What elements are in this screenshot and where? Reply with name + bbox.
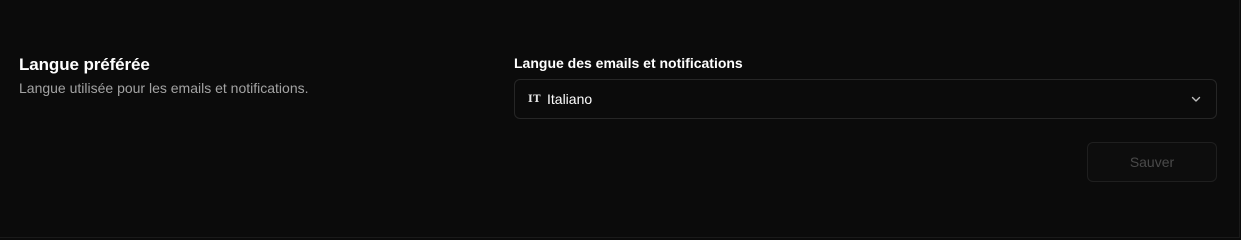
language-field-label: Langue des emails et notifications	[514, 55, 743, 71]
language-select[interactable]: IT Italiano	[514, 79, 1217, 119]
language-select-value: Italiano	[547, 91, 593, 107]
section-header: Langue préférée Langue utilisée pour les…	[19, 54, 309, 97]
language-field: Langue des emails et notifications IT It…	[514, 54, 1217, 119]
section-description: Langue utilisée pour les emails et notif…	[19, 80, 309, 96]
language-flag-icon: IT	[528, 93, 542, 105]
language-settings-panel: Langue préférée Langue utilisée pour les…	[0, 0, 1240, 238]
save-button[interactable]: Sauver	[1087, 142, 1217, 182]
section-title: Langue préférée	[19, 55, 150, 74]
chevron-down-icon	[1190, 93, 1202, 105]
